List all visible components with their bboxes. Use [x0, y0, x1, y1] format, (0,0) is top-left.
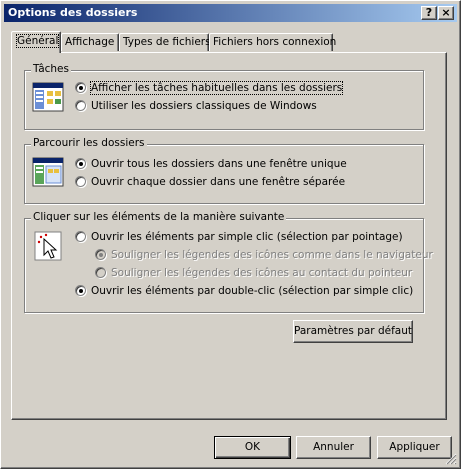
title-bar[interactable]: Options des dossiers ? × [4, 4, 457, 22]
help-button[interactable]: ? [421, 6, 437, 20]
window-title: Options des dossiers [8, 6, 138, 19]
radio-label: Ouvrir tous les dossiers dans une fenêtr… [91, 158, 347, 170]
radio-dot[interactable] [75, 100, 86, 111]
general-tab-panel: Tâches Afficher les tâches habituelles d… [11, 52, 447, 420]
radio-dot[interactable] [75, 231, 86, 242]
tasks-folder-icon [32, 82, 64, 112]
radio-label: Ouvrir les éléments par simple clic (sél… [91, 231, 403, 243]
radio-underline-browser[interactable]: Souligner les légendes des icônes comme … [95, 249, 433, 263]
tab-affichage[interactable]: Affichage [61, 33, 119, 51]
tab-general-label: Général [15, 34, 60, 48]
radio-dot[interactable] [75, 158, 86, 169]
tab-fichiers-hors-connexion[interactable]: Fichiers hors connexion [209, 33, 336, 51]
browse-folders-icon [32, 157, 64, 187]
radio-same-window[interactable]: Ouvrir tous les dossiers dans une fenêtr… [75, 158, 347, 172]
radio-label: Ouvrir chaque dossier dans une fenêtre s… [91, 176, 346, 188]
ok-button[interactable]: OK [214, 436, 291, 459]
group-parcourir-title: Parcourir les dossiers [31, 137, 147, 149]
group-parcourir: Parcourir les dossiers Ouvrir tous les d… [24, 137, 424, 204]
tab-general[interactable]: Général [11, 31, 61, 53]
radio-underline-hover[interactable]: Souligner les légendes des icônes au con… [95, 267, 412, 281]
radio-classic-folders[interactable]: Utiliser les dossiers classiques de Wind… [75, 100, 317, 114]
group-cliquer: Cliquer sur les éléments de la manière s… [24, 211, 433, 313]
radio-dot[interactable] [95, 249, 106, 260]
radio-label: Afficher les tâches habituelles dans les… [89, 81, 344, 95]
resize-grip-icon[interactable] [445, 453, 457, 465]
click-pointer-icon [34, 231, 62, 261]
radio-single-click[interactable]: Ouvrir les éléments par simple clic (sél… [75, 231, 403, 245]
group-taches: Tâches Afficher les tâches habituelles d… [24, 63, 424, 130]
radio-label: Ouvrir les éléments par double-clic (sél… [91, 285, 414, 297]
restore-defaults-button[interactable]: Paramètres par défaut [293, 320, 413, 343]
radio-dot[interactable] [75, 285, 86, 296]
radio-double-click[interactable]: Ouvrir les éléments par double-clic (sél… [75, 285, 413, 299]
radio-show-common-tasks[interactable]: Afficher les tâches habituelles dans les… [75, 81, 344, 96]
group-cliquer-title: Cliquer sur les éléments de la manière s… [31, 211, 287, 223]
folder-options-dialog: Options des dossiers ? × Général Afficha… [0, 0, 461, 469]
close-button[interactable]: × [438, 6, 454, 20]
radio-separate-window[interactable]: Ouvrir chaque dossier dans une fenêtre s… [75, 176, 345, 190]
group-taches-title: Tâches [31, 63, 71, 75]
radio-dot[interactable] [75, 82, 86, 93]
radio-label: Utiliser les dossiers classiques de Wind… [91, 100, 317, 112]
tab-types-fichiers[interactable]: Types de fichiers [119, 33, 211, 51]
radio-label: Souligner les légendes des icônes comme … [111, 249, 433, 261]
radio-dot[interactable] [95, 267, 106, 278]
cancel-button[interactable]: Annuler [296, 436, 371, 459]
radio-label: Souligner les légendes des icônes au con… [111, 267, 413, 279]
radio-dot[interactable] [75, 176, 86, 187]
apply-button[interactable]: Appliquer [377, 436, 452, 459]
